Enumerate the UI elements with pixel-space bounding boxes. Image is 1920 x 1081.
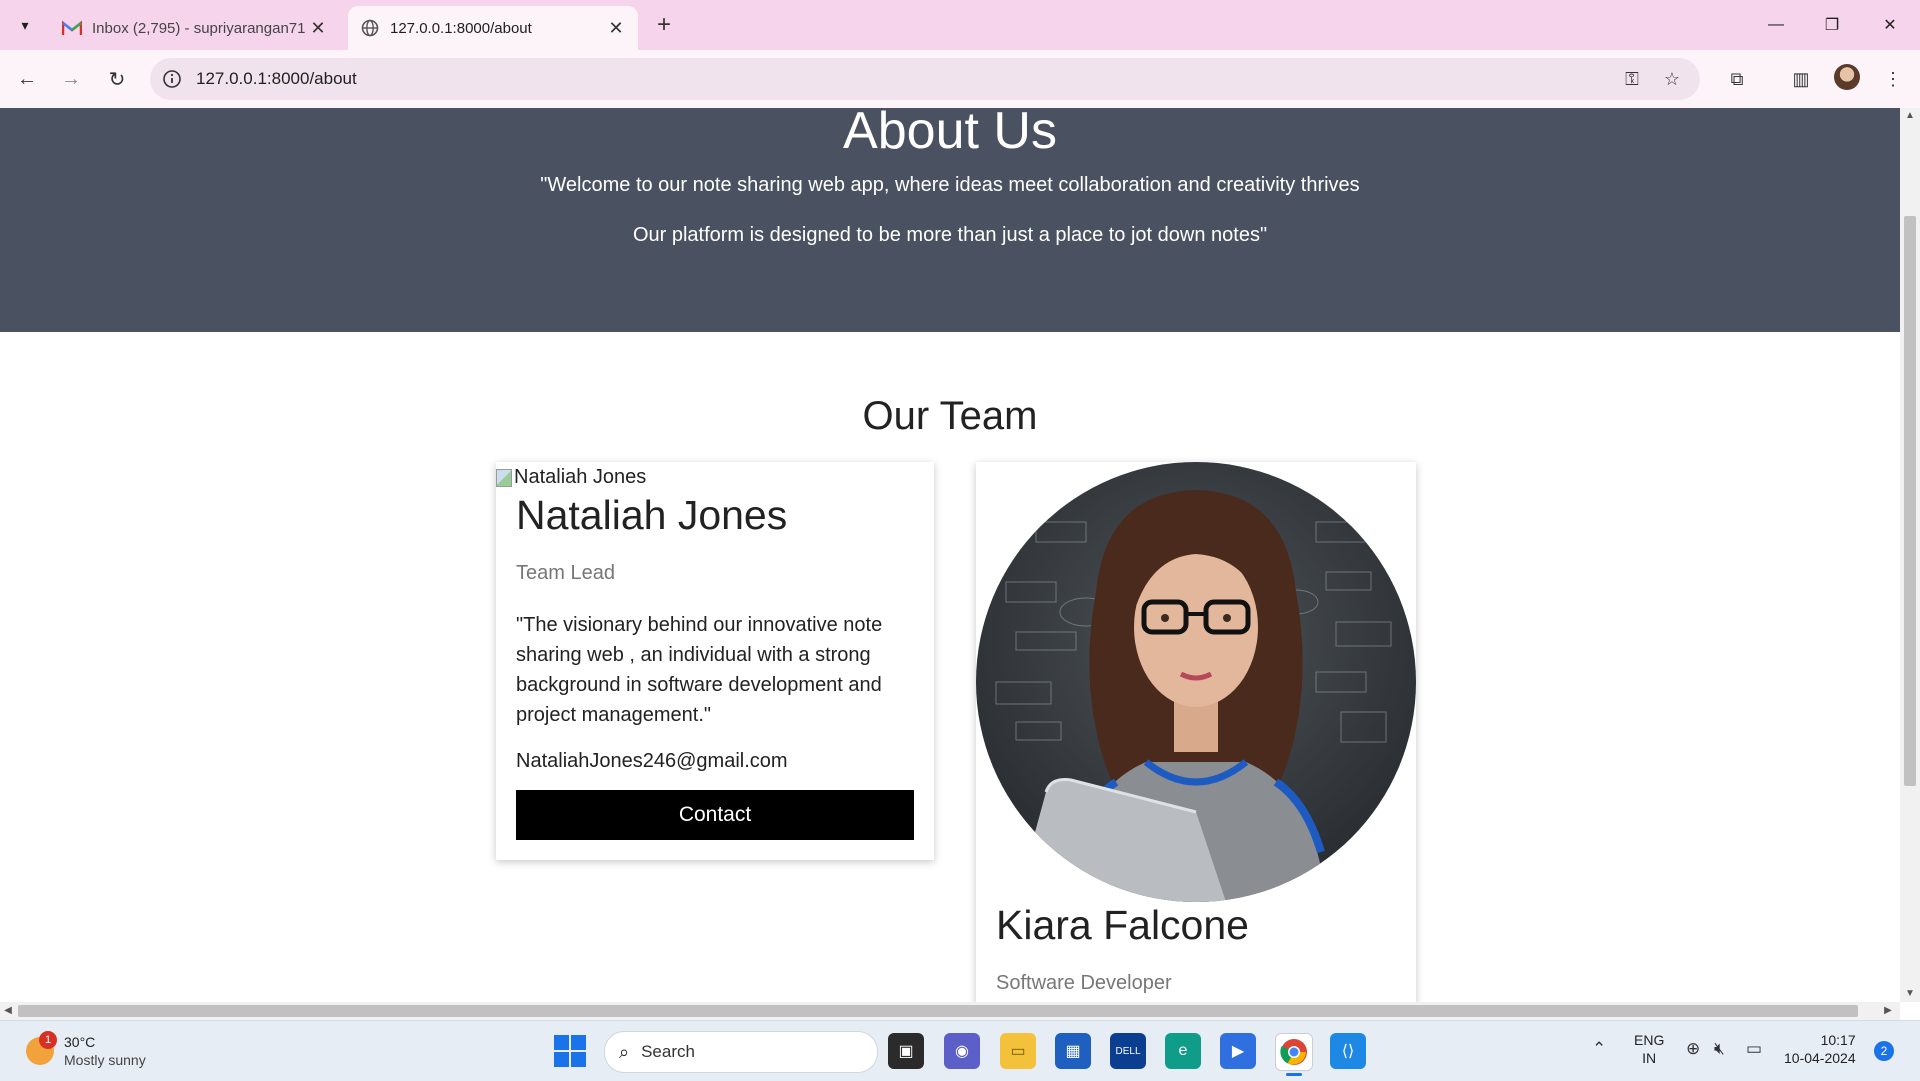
volume-muted-icon[interactable]: 🔇︎ [1714, 1039, 1725, 1059]
gmail-icon [62, 18, 82, 38]
tab-gmail[interactable]: Inbox (2,795) - supriyarangan71 ✕ [50, 6, 340, 50]
vscode-icon[interactable]: ⟨⟩ [1330, 1033, 1366, 1069]
horizontal-scrollbar[interactable]: ◀ ▶ [0, 1002, 1900, 1020]
weather-text: 30°C Mostly sunny [64, 1033, 146, 1069]
tab-about[interactable]: 127.0.0.1:8000/about ✕ [348, 6, 638, 50]
key-icon[interactable]: ⚿ [1620, 68, 1644, 90]
member-photo [976, 462, 1416, 902]
restore-icon[interactable]: ❐ [1812, 10, 1852, 40]
reload-icon[interactable]: ↻ [102, 64, 132, 94]
clock-date: 10-04-2024 [1784, 1050, 1856, 1066]
tab-strip: ▾ Inbox (2,795) - supriyarangan71 ✕ 127.… [0, 0, 1920, 50]
edge-icon[interactable]: e [1165, 1033, 1201, 1069]
hero-text: "Welcome to our note sharing web app, wh… [540, 174, 1360, 196]
menu-dots-icon[interactable]: ⋮ [1878, 64, 1908, 94]
scroll-right-arrow-icon[interactable]: ▶ [1880, 1002, 1896, 1020]
notification-badge[interactable]: 2 [1874, 1041, 1894, 1061]
search-icon: ⌕ [619, 1041, 630, 1062]
scrollbar-thumb[interactable] [18, 1005, 1858, 1017]
scrollbar-thumb[interactable] [1904, 216, 1916, 786]
region-code: IN [1642, 1050, 1657, 1066]
weather-badge: 1 [39, 1031, 57, 1049]
language-indicator[interactable]: ENG IN [1634, 1031, 1664, 1067]
microsoft-store-icon[interactable]: ▦ [1055, 1033, 1091, 1069]
page-title: About Us [843, 108, 1057, 160]
team-card: Nataliah Jones Nataliah Jones Team Lead … [496, 462, 934, 860]
scroll-left-arrow-icon[interactable]: ◀ [0, 1002, 16, 1020]
team-heading: Our Team [862, 394, 1038, 438]
teams-chat-icon[interactable]: ◉ [944, 1033, 980, 1069]
forward-arrow-icon[interactable]: → [56, 64, 86, 94]
hero-section: About Us "Welcome to our note sharing we… [0, 108, 1900, 332]
tab-title: Inbox (2,795) - supriyarangan71 [92, 19, 306, 37]
dell-icon[interactable]: DELL [1110, 1033, 1146, 1069]
vertical-scrollbar[interactable]: ▲ ▼ [1900, 108, 1920, 1002]
member-bio: "The visionary behind our innovative not… [516, 614, 883, 726]
new-tab-button[interactable]: + [650, 12, 678, 40]
site-info-icon[interactable] [162, 69, 182, 89]
globe-icon [360, 18, 380, 38]
member-role: Software Developer [996, 972, 1172, 994]
back-arrow-icon[interactable]: ← [12, 64, 42, 94]
browser-toolbar: ← → ↻ 127.0.0.1:8000/about ⚿ ☆ ⧉ ▥ ⋮ [0, 50, 1920, 109]
windows-start-icon[interactable] [554, 1035, 586, 1067]
tab-title: 127.0.0.1:8000/about [390, 19, 532, 37]
taskbar: 1 30°C Mostly sunny ⌕ Search ▣ ◉ ▭ ▦ DEL… [0, 1020, 1920, 1081]
url-text: 127.0.0.1:8000/about [196, 69, 357, 88]
address-bar[interactable]: 127.0.0.1:8000/about ⚿ ☆ [150, 58, 1700, 100]
task-view-icon[interactable]: ▣ [888, 1033, 924, 1069]
chrome-icon[interactable] [1275, 1033, 1313, 1076]
profile-avatar[interactable] [1834, 64, 1860, 90]
weather-widget[interactable]: 1 30°C Mostly sunny [26, 1031, 146, 1069]
side-panel-icon[interactable]: ▥ [1786, 64, 1816, 94]
scroll-down-arrow-icon[interactable]: ▼ [1900, 986, 1920, 1002]
close-icon[interactable]: ✕ [604, 16, 628, 40]
page-viewport: About Us "Welcome to our note sharing we… [0, 108, 1900, 1002]
broken-image-icon [496, 468, 512, 487]
team-card: Kiara Falcone Software Developer [976, 462, 1416, 1002]
broken-image: Nataliah Jones [496, 466, 646, 489]
member-email: NataliahJones246@gmail.com [516, 750, 788, 772]
weather-condition: Mostly sunny [64, 1052, 146, 1068]
weather-temp: 30°C [64, 1034, 96, 1050]
close-icon[interactable]: ✕ [306, 16, 330, 40]
member-name: Kiara Falcone [996, 902, 1249, 948]
window-close-icon[interactable]: ✕ [1870, 10, 1910, 40]
star-icon[interactable]: ☆ [1660, 68, 1684, 90]
file-explorer-icon[interactable]: ▭ [1000, 1033, 1036, 1069]
taskbar-search[interactable]: ⌕ Search [604, 1031, 878, 1073]
search-placeholder: Search [641, 1042, 695, 1061]
extensions-icon[interactable]: ⧉ [1722, 64, 1752, 94]
member-role: Team Lead [516, 562, 615, 584]
image-alt-text: Nataliah Jones [514, 466, 647, 488]
member-name: Nataliah Jones [516, 492, 788, 538]
battery-icon[interactable]: ▭ [1746, 1039, 1762, 1059]
tab-search-chevron-icon[interactable]: ▾ [10, 12, 40, 38]
clock-time: 10:17 [1820, 1032, 1856, 1048]
scroll-up-arrow-icon[interactable]: ▲ [1900, 108, 1920, 124]
weather-sun-icon: 1 [26, 1031, 57, 1065]
clock[interactable]: 10:17 10-04-2024 [1784, 1031, 1856, 1067]
network-globe-icon[interactable]: ⊕ [1686, 1039, 1700, 1059]
contact-button[interactable]: Contact [516, 790, 914, 840]
minimize-icon[interactable]: — [1756, 10, 1796, 40]
language-code: ENG [1634, 1032, 1665, 1048]
hero-text: Our platform is designed to be more than… [632, 224, 1268, 246]
show-hidden-icons-chevron-icon[interactable]: ⌃ [1592, 1039, 1606, 1059]
media-player-icon[interactable]: ▶ [1220, 1033, 1256, 1069]
